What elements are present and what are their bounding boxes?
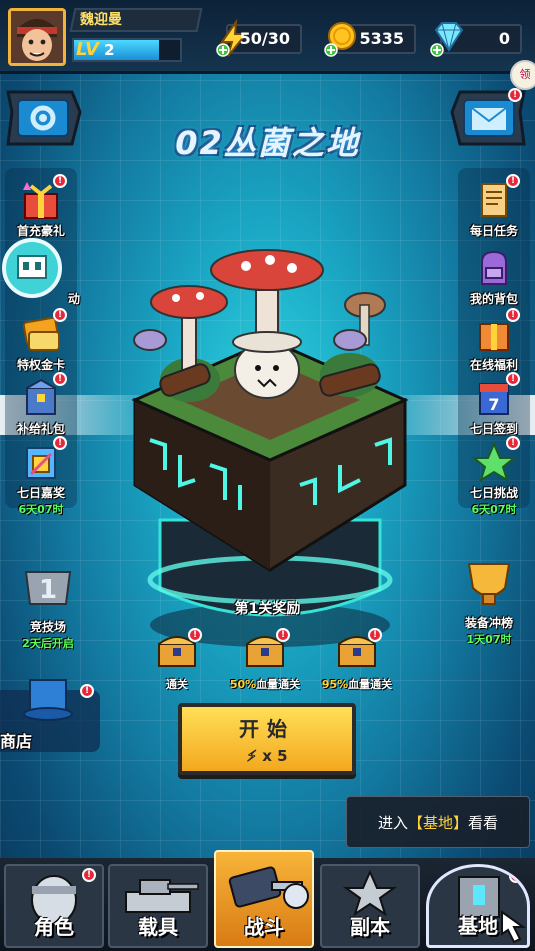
guide-tooltip: 进入【基地】看看	[346, 796, 530, 848]
badge: !	[506, 174, 520, 188]
reward-chest-50hp[interactable]: ! 50%血量通关	[220, 628, 310, 692]
shop-button[interactable]: ! 商店	[0, 679, 100, 752]
online-bonus-button[interactable]: ! 在线福利	[459, 308, 529, 373]
diamond-value: 0	[498, 29, 510, 48]
badge: !	[53, 372, 67, 386]
mail-badge: !	[508, 88, 522, 102]
diamond-icon	[430, 22, 464, 57]
reward-title: 第1关奖励	[234, 601, 301, 617]
start-cost: ⚡ x 5	[246, 747, 288, 766]
badge: !	[53, 174, 67, 188]
energy-counter[interactable]: 50/30	[216, 18, 302, 57]
badge: !	[506, 372, 520, 386]
chest-badge: !	[276, 628, 290, 642]
backpack-button[interactable]: 我的背包	[459, 246, 529, 307]
event-button[interactable]: 动	[16, 246, 86, 307]
badge: !	[53, 308, 67, 322]
badge: !	[506, 436, 520, 450]
reward-chest-95hp[interactable]: ! 95%血量通关	[312, 628, 402, 692]
chest-badge: !	[368, 628, 382, 642]
seven-day-signin-button[interactable]: 7! 七日签到	[459, 372, 529, 437]
badge: !	[506, 308, 520, 322]
reward-chest-clear[interactable]: ! 通关	[132, 628, 222, 692]
chest-badge: !	[188, 628, 202, 642]
pointer-hand-icon	[501, 910, 527, 944]
nav-dungeon[interactable]: 副本	[320, 864, 420, 948]
nav-base-badge: !	[509, 869, 523, 883]
level-tag: LV 2	[76, 38, 115, 62]
diamond-counter[interactable]: 0	[430, 22, 522, 57]
seven-day-reward-button[interactable]: ! 七日嘉奖 6天07时	[6, 436, 76, 517]
bottom-nav: ! 角色 载具 战斗 副本 ! 基地	[0, 850, 535, 951]
seven-day-challenge-button[interactable]: ! 七日挑战 6天07时	[459, 436, 529, 517]
level-value: 2	[104, 41, 115, 59]
top-bar: 魏迎曼 LV 2 50/30 5335 0	[0, 0, 535, 74]
badge: !	[53, 436, 67, 450]
nav-battle[interactable]: 战斗	[214, 850, 314, 948]
nav-character-badge: !	[82, 868, 96, 882]
coin-counter[interactable]: 5335	[324, 22, 416, 57]
svg-text:7: 7	[488, 395, 499, 414]
nav-character[interactable]: ! 角色	[4, 864, 104, 948]
shop-badge: !	[80, 684, 94, 698]
start-button[interactable]: 开始 ⚡ x 5	[178, 703, 356, 775]
coin-value: 5335	[359, 29, 404, 48]
player-avatar[interactable]	[8, 8, 66, 66]
stage-island-illustration[interactable]	[120, 230, 420, 650]
stage-title: 02丛菌之地	[175, 124, 360, 162]
privilege-card-button[interactable]: ! 特权金卡	[6, 308, 76, 373]
backpack-icon	[481, 250, 507, 285]
coin-icon	[324, 22, 356, 57]
energy-icon: ⚡	[246, 747, 258, 766]
energy-value: 50/30	[239, 29, 290, 48]
player-name: 魏迎曼	[69, 8, 203, 32]
nav-vehicle[interactable]: 载具	[108, 864, 208, 948]
shop-icon	[23, 679, 73, 721]
supply-pack-button[interactable]: ! 补给礼包	[6, 372, 76, 437]
first-recharge-button[interactable]: ! 首充豪礼	[6, 174, 76, 239]
daily-task-button[interactable]: ! 每日任务	[459, 174, 529, 239]
level-prefix: LV	[76, 39, 99, 60]
